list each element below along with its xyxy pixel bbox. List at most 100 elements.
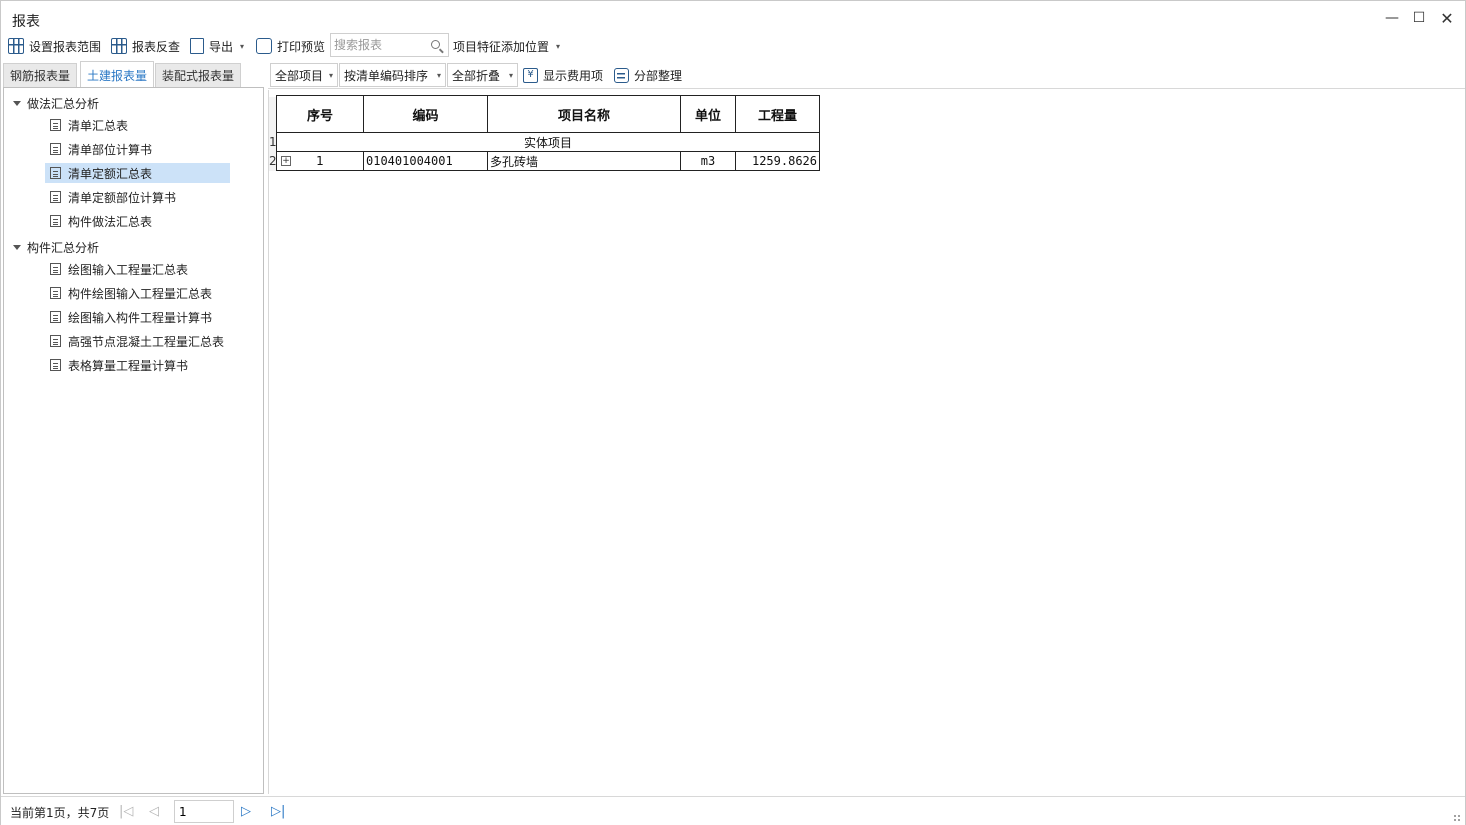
document-icon (50, 311, 61, 323)
expand-arrow-icon[interactable] (13, 245, 21, 250)
page-info: 当前第1页，共7页 (10, 806, 110, 820)
first-page-button[interactable]: |◁ (119, 804, 133, 819)
set-report-range-button[interactable]: 设置报表范围 (8, 36, 101, 56)
tree-item-drawing-input-summary[interactable]: 绘图输入工程量汇总表 (45, 259, 230, 279)
tree-item-bill-location-calc[interactable]: 清单部位计算书 (45, 139, 230, 159)
tab-civil-report[interactable]: 土建报表量 (80, 61, 155, 88)
tree-group-label: 做法汇总分析 (27, 97, 100, 111)
tree-item-high-strength-node-summary[interactable]: 高强节点混凝土工程量汇总表 (45, 331, 230, 351)
chevron-down-icon: ▾ (328, 70, 333, 80)
report-type-tabs: 钢筋报表量 土建报表量 装配式报表量 (3, 61, 263, 88)
yen-icon: ¥ (523, 67, 538, 83)
tree-group-label: 构件汇总分析 (27, 241, 100, 255)
header-qty[interactable]: 工程量 (735, 95, 820, 133)
sort-by-code-label: 按清单编码排序 (344, 68, 429, 83)
show-fees-button[interactable]: ¥ 显示费用项 (523, 65, 603, 85)
tree-item-component-drawing-summary[interactable]: 构件绘图输入工程量汇总表 (45, 283, 230, 303)
feature-position-dropdown[interactable]: 项目特征添加位置 ▾ (453, 36, 560, 56)
qty-cell: 1259.8626 (735, 151, 820, 171)
tree-item-label: 绘图输入构件工程量计算书 (68, 310, 213, 325)
chevron-down-icon: ▾ (436, 70, 441, 80)
header-code[interactable]: 编码 (363, 95, 488, 133)
grid-settings-icon (8, 38, 24, 54)
table-row[interactable]: 1 010401004001 多孔砖墙 m3 1259.8626 (276, 151, 820, 171)
status-bar: 当前第1页，共7页 |◁ ◁ ▷ ▷| (1, 796, 1465, 825)
header-name[interactable]: 项目名称 (487, 95, 681, 133)
expand-arrow-icon[interactable] (13, 101, 21, 106)
maximize-button[interactable]: ☐ (1410, 9, 1428, 27)
collapse-all-dropdown[interactable]: 全部折叠 ▾ (447, 63, 518, 87)
tree-item-label: 构件绘图输入工程量汇总表 (68, 286, 213, 301)
document-icon (50, 287, 61, 299)
tree-item-label: 清单部位计算书 (68, 142, 153, 157)
report-search-input[interactable] (331, 34, 431, 56)
print-preview-button[interactable]: 打印预览 (256, 36, 325, 56)
last-page-button[interactable]: ▷| (271, 804, 285, 819)
code-cell: 010401004001 (363, 151, 488, 171)
report-search-box (330, 33, 449, 57)
report-tree-panel: 做法汇总分析 清单汇总表 清单部位计算书 清单定额汇总表 清单定额部位计算书 构… (3, 87, 264, 794)
tree-item-label: 绘图输入工程量汇总表 (68, 262, 189, 277)
sort-by-code-dropdown[interactable]: 按清单编码排序 ▾ (339, 63, 446, 87)
export-button[interactable]: 导出 ▾ (190, 36, 244, 56)
section-organize-button[interactable]: 分部整理 (614, 65, 682, 85)
resize-grip-icon[interactable] (1453, 814, 1461, 822)
document-icon (50, 215, 61, 227)
close-button[interactable]: ✕ (1438, 9, 1456, 28)
feature-position-label: 项目特征添加位置 (453, 39, 550, 54)
tree-item-bill-summary[interactable]: 清单汇总表 (45, 115, 230, 135)
page-number-input[interactable] (174, 800, 234, 823)
tree-item-label: 清单汇总表 (68, 118, 129, 133)
tab-rebar-report[interactable]: 钢筋报表量 (3, 63, 78, 87)
tree-item-table-calc[interactable]: 表格算量工程量计算书 (45, 355, 230, 375)
search-icon[interactable] (431, 40, 440, 49)
table-search-icon (111, 38, 127, 54)
minimize-button[interactable]: — (1383, 9, 1401, 27)
tree-item-label: 高强节点混凝土工程量汇总表 (68, 334, 225, 349)
tree-item-bill-quota-location-calc[interactable]: 清单定额部位计算书 (45, 187, 230, 207)
section-organize-label: 分部整理 (634, 68, 683, 83)
tree-group-component-summary[interactable]: 构件汇总分析 (13, 239, 99, 256)
document-icon (50, 191, 61, 203)
tree-item-label: 表格算量工程量计算书 (68, 358, 189, 373)
tree-item-label: 清单定额汇总表 (68, 166, 153, 181)
window-title: 报表 (12, 14, 40, 30)
document-icon (50, 119, 61, 131)
collapse-all-label: 全部折叠 (452, 68, 501, 83)
expand-row-icon[interactable]: + (281, 156, 291, 166)
table-header-row: 序号 编码 项目名称 单位 工程量 (276, 95, 820, 133)
report-reverse-check-label: 报表反查 (132, 39, 181, 54)
report-content-area (268, 90, 1465, 794)
export-dropdown-icon[interactable]: ▾ (240, 42, 244, 51)
document-icon (50, 167, 61, 179)
tree-group-method-summary[interactable]: 做法汇总分析 (13, 95, 99, 112)
unit-cell: m3 (680, 151, 736, 171)
report-filter-bar: 全部项目 ▾ 按清单编码排序 ▾ 全部折叠 ▾ ¥ 显示费用项 分部整理 (268, 61, 1465, 89)
prev-page-button[interactable]: ◁ (149, 804, 159, 819)
next-page-button[interactable]: ▷ (241, 804, 251, 819)
table-group-row[interactable]: 实体项目 (276, 132, 820, 152)
tree-item-component-method-summary[interactable]: 构件做法汇总表 (45, 211, 230, 231)
print-preview-label: 打印预览 (277, 39, 326, 54)
header-seq[interactable]: 序号 (276, 95, 364, 133)
group-label-cell: 实体项目 (276, 132, 820, 152)
export-icon (190, 38, 204, 54)
report-reverse-check-button[interactable]: 报表反查 (111, 36, 180, 56)
show-fees-label: 显示费用项 (543, 68, 604, 83)
all-items-dropdown[interactable]: 全部项目 ▾ (270, 63, 338, 87)
tree-item-drawing-component-calc[interactable]: 绘图输入构件工程量计算书 (45, 307, 230, 327)
tree-item-label: 清单定额部位计算书 (68, 190, 177, 205)
chevron-down-icon: ▾ (556, 41, 561, 51)
organize-icon (614, 67, 629, 83)
name-cell: 多孔砖墙 (487, 151, 681, 171)
document-icon (50, 359, 61, 371)
document-icon (50, 335, 61, 347)
set-report-range-label: 设置报表范围 (29, 39, 102, 54)
report-window: 报表 — ☐ ✕ 设置报表范围 报表反查 导出 ▾ 打印预览 项目特征添加位置 … (0, 0, 1466, 825)
tab-prefab-report[interactable]: 装配式报表量 (155, 63, 242, 87)
export-label: 导出 (209, 39, 234, 54)
header-unit[interactable]: 单位 (680, 95, 736, 133)
document-icon (50, 263, 61, 275)
tree-item-label: 构件做法汇总表 (68, 214, 153, 229)
tree-item-bill-quota-summary[interactable]: 清单定额汇总表 (45, 163, 230, 183)
